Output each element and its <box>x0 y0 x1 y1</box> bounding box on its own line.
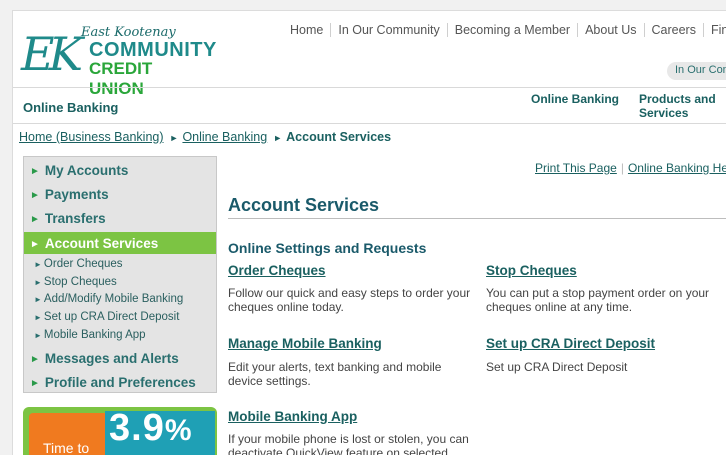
stop-cheques-description: You can put a stop payment order on your… <box>486 286 710 314</box>
promo-text: Time to <box>43 440 90 455</box>
credit-union-logo[interactable]: EK East Kootenay COMMUNITY CREDIT UNION <box>21 25 216 98</box>
arrow-right-icon: ► <box>34 295 42 304</box>
sidebar-subitem-mobile-banking[interactable]: ► Add/Modify Mobile Banking <box>24 293 216 305</box>
sidebar-menu: ► My Accounts ► Payments ► Transfers ► Accou… <box>23 156 217 393</box>
online-banking-help-link[interactable]: Online Banking Help <box>628 161 726 175</box>
sidebar-subitem-stop-cheques[interactable]: ► Stop Cheques <box>24 276 216 288</box>
subnav-online-banking[interactable]: Online Banking <box>531 92 619 106</box>
breadcrumb-arrow-icon: ► <box>273 133 283 143</box>
sidebar-item-account-services[interactable]: ► Account Services <box>24 232 216 254</box>
logo-region: East Kootenay <box>81 25 176 40</box>
breadcrumb-online-banking-link[interactable]: Online Banking <box>182 130 267 144</box>
manage-mobile-banking-description: Edit your alerts, text banking and mobil… <box>228 360 442 388</box>
sidebar-item-my-accounts[interactable]: ► My Accounts <box>24 159 216 181</box>
divider: | <box>620 161 624 175</box>
sidebar-item-profile-preferences[interactable]: ► Profile and Preferences <box>24 371 216 393</box>
arrow-right-icon: ► <box>30 378 40 389</box>
print-page-link[interactable]: Print This Page <box>535 161 617 175</box>
top-navigation: Home In Our Community Becoming a Member Abo… <box>283 23 726 37</box>
community-pill-button[interactable]: In Our Com <box>667 62 726 80</box>
sidebar-subitem-mobile-app[interactable]: ► Mobile Banking App <box>24 329 216 341</box>
page-title: Account Services <box>228 195 380 215</box>
breadcrumb: Home (Business Banking) ► Online Banking ► A… <box>19 130 391 144</box>
cra-direct-deposit-link[interactable]: Set up CRA Direct Deposit <box>486 336 655 351</box>
section-title: Online Banking <box>23 100 119 115</box>
breadcrumb-current: Account Services <box>286 130 392 144</box>
promo-banner[interactable]: 3.9% Time to <box>23 407 217 455</box>
sidebar-subitem-cra-direct-deposit[interactable]: ► Set up CRA Direct Deposit <box>24 311 216 323</box>
manage-mobile-banking-link[interactable]: Manage Mobile Banking <box>228 336 382 351</box>
promo-rate: 3.9% <box>109 407 193 449</box>
stop-cheques-link[interactable]: Stop Cheques <box>486 263 577 278</box>
subnav-products-services[interactable]: Products and Services <box>639 92 726 120</box>
top-nav-home[interactable]: Home <box>283 23 332 37</box>
breadcrumb-arrow-icon: ► <box>169 133 179 143</box>
top-nav-about[interactable]: About Us <box>578 23 645 37</box>
sidebar-item-transfers[interactable]: ► Transfers <box>24 207 216 229</box>
logo-mark: EK <box>21 27 83 81</box>
arrow-right-icon: ► <box>30 354 40 365</box>
arrow-right-icon: ► <box>30 239 40 250</box>
arrow-right-icon: ► <box>30 214 40 225</box>
arrow-right-icon: ► <box>34 331 42 340</box>
mobile-banking-app-description: If your mobile phone is lost or stolen, … <box>228 432 469 455</box>
top-nav-find-branch[interactable]: Find Br <box>704 23 726 37</box>
sidebar-item-messages-alerts[interactable]: ► Messages and Alerts <box>24 347 216 369</box>
cra-direct-deposit-description: Set up CRA Direct Deposit <box>486 360 628 374</box>
mobile-banking-app-link[interactable]: Mobile Banking App <box>228 409 357 424</box>
sidebar-subitem-order-cheques[interactable]: ► Order Cheques <box>24 258 216 270</box>
order-cheques-description: Follow our quick and easy steps to order… <box>228 286 471 314</box>
page: EK East Kootenay COMMUNITY CREDIT UNION … <box>12 10 726 455</box>
sidebar-item-payments[interactable]: ► Payments <box>24 183 216 205</box>
section-bar: Online Banking Online Banking Products a… <box>13 87 726 124</box>
group-title: Online Settings and Requests <box>228 240 427 256</box>
arrow-right-icon: ► <box>30 190 40 201</box>
arrow-right-icon: ► <box>34 313 42 322</box>
arrow-right-icon: ► <box>30 166 40 177</box>
breadcrumb-home-link[interactable]: Home (Business Banking) <box>19 130 164 144</box>
arrow-right-icon: ► <box>34 278 42 287</box>
title-divider <box>228 218 726 219</box>
top-nav-membership[interactable]: Becoming a Member <box>448 23 579 37</box>
arrow-right-icon: ► <box>34 260 42 269</box>
utility-links: Print This Page| Online Banking Help <box>535 161 726 175</box>
top-nav-community[interactable]: In Our Community <box>331 23 448 37</box>
order-cheques-link[interactable]: Order Cheques <box>228 263 326 278</box>
top-nav-careers[interactable]: Careers <box>645 23 704 37</box>
